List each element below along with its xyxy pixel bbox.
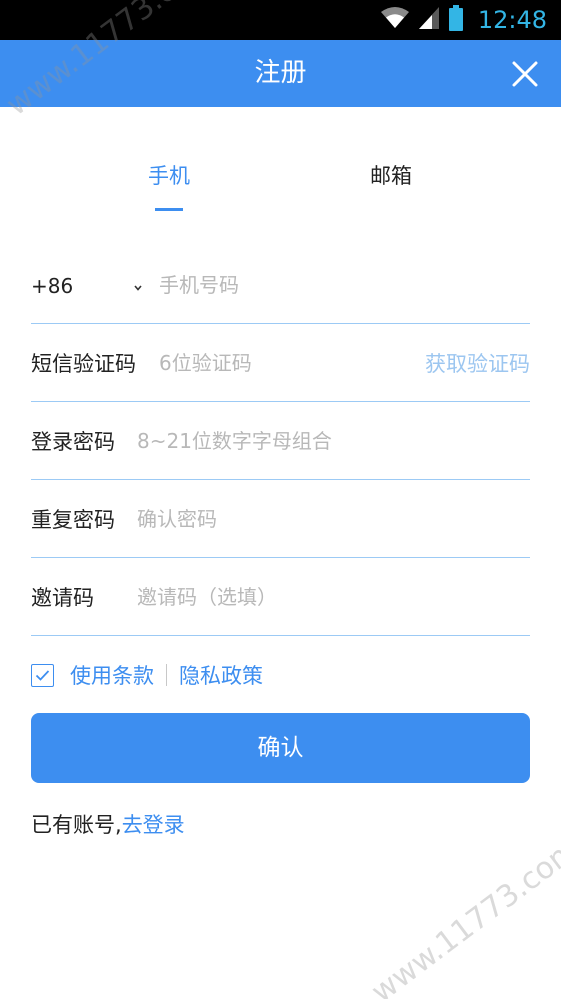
confirm-button[interactable]: 确认 — [31, 713, 530, 783]
terms-checkbox[interactable] — [31, 663, 54, 687]
battery-icon — [448, 5, 464, 35]
password-label: 登录密码 — [31, 430, 115, 454]
status-icons: 12:48 — [380, 5, 547, 35]
invite-code-input[interactable] — [137, 580, 527, 614]
status-time: 12:48 — [477, 6, 547, 34]
invite-code-label: 邀请码 — [31, 586, 94, 610]
sms-code-row: 短信验证码 获取验证码 — [31, 324, 530, 402]
checkmark-icon — [35, 669, 50, 681]
active-tab-indicator — [155, 208, 183, 211]
tab-email[interactable]: 邮箱 — [331, 160, 451, 190]
password-input[interactable] — [137, 424, 527, 458]
header: 注册 — [0, 40, 561, 107]
close-button[interactable] — [511, 60, 539, 88]
country-code-select[interactable]: +86 — [31, 274, 73, 298]
tab-bar: 手机 邮箱 — [0, 160, 561, 220]
page-title: 注册 — [254, 58, 307, 88]
go-login-link[interactable]: 去登录 — [122, 813, 185, 837]
repeat-password-row: 重复密码 — [31, 480, 530, 558]
terms-of-use-link[interactable]: 使用条款 — [70, 660, 154, 690]
phone-row: +86 — [31, 246, 530, 324]
sms-code-input[interactable] — [159, 346, 389, 380]
login-prompt: 已有账号,去登录 — [31, 809, 185, 839]
login-prompt-text: 已有账号, — [31, 813, 122, 837]
tab-phone[interactable]: 手机 — [109, 160, 229, 190]
repeat-password-label: 重复密码 — [31, 508, 115, 532]
chevron-down-icon[interactable] — [131, 280, 145, 294]
sms-code-label: 短信验证码 — [31, 352, 136, 376]
wifi-icon — [380, 6, 410, 34]
watermark: www.11773.com — [365, 831, 561, 999]
repeat-password-input[interactable] — [137, 502, 527, 536]
get-code-button[interactable]: 获取验证码 — [425, 348, 530, 378]
divider — [166, 664, 167, 686]
close-icon — [512, 61, 538, 87]
privacy-policy-link[interactable]: 隐私政策 — [179, 660, 263, 690]
phone-input[interactable] — [159, 268, 519, 302]
invite-code-row: 邀请码 — [31, 558, 530, 636]
password-row: 登录密码 — [31, 402, 530, 480]
signal-icon — [418, 6, 440, 34]
status-bar: 12:48 — [0, 0, 561, 40]
terms-row: 使用条款 隐私政策 — [31, 660, 263, 690]
